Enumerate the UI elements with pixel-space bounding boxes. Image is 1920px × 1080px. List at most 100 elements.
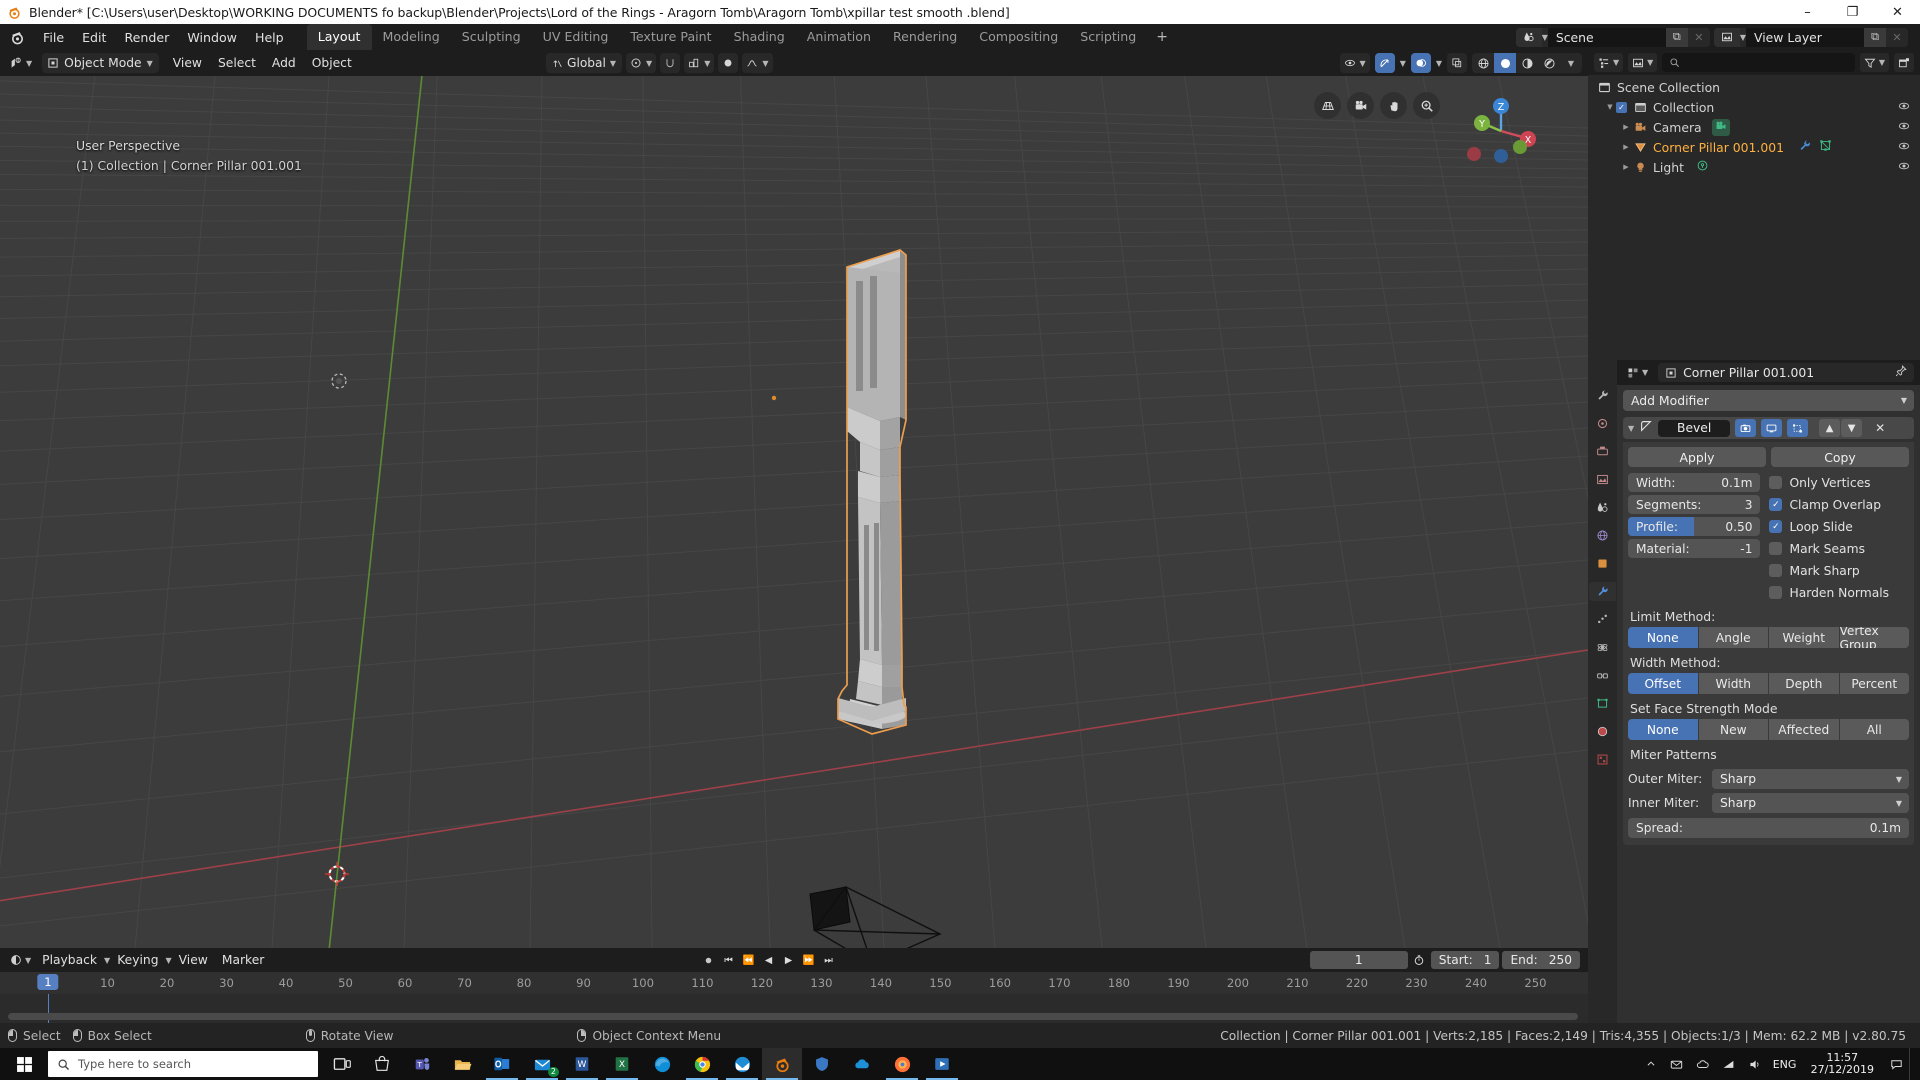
shading-rendered-button[interactable] bbox=[1538, 53, 1560, 73]
timeline-ruler[interactable]: 1 10 20 30 40 50 60 70 80 90 100 110 120 130 140 150 160… bbox=[0, 972, 1588, 994]
viewport-menu-select[interactable]: Select bbox=[210, 54, 264, 72]
width-method-percent[interactable]: Percent bbox=[1839, 673, 1909, 694]
shading-chevron-icon[interactable]: ▼ bbox=[1560, 53, 1582, 73]
end-frame-field[interactable]: End: 250 bbox=[1502, 951, 1580, 969]
maximize-button[interactable]: ❐ bbox=[1830, 0, 1875, 24]
play-reverse-button[interactable]: ◀ bbox=[760, 951, 777, 969]
modifier-apply-button[interactable]: Apply bbox=[1628, 447, 1766, 467]
explorer-icon[interactable] bbox=[442, 1048, 482, 1080]
tab-object[interactable] bbox=[1592, 554, 1613, 573]
tab-view-layer[interactable] bbox=[1592, 470, 1613, 489]
snap-options-selector[interactable]: ▼ bbox=[684, 53, 715, 73]
viewport-menu-object[interactable]: Object bbox=[304, 54, 360, 72]
play-button[interactable]: ▶ bbox=[780, 951, 797, 969]
shield-icon[interactable] bbox=[802, 1048, 842, 1080]
taskbar-clock[interactable]: 11:57 27/12/2019 bbox=[1802, 1052, 1883, 1076]
tab-render[interactable] bbox=[1592, 414, 1613, 433]
modifier-copy-button[interactable]: Copy bbox=[1771, 447, 1909, 467]
tab-material[interactable] bbox=[1592, 722, 1613, 741]
outliner-display-mode-selector[interactable]: ▼ bbox=[1628, 53, 1658, 72]
taskbar-search-box[interactable]: Type here to search bbox=[48, 1051, 318, 1077]
modifier-wrench-icon[interactable] bbox=[1798, 139, 1811, 155]
use-preview-range-icon[interactable] bbox=[1411, 951, 1428, 969]
modifier-move-up-button[interactable]: ▲ bbox=[1819, 419, 1841, 437]
navigation-gizmo[interactable]: Z X Y bbox=[1462, 92, 1540, 170]
pillar-expand-triangle-icon[interactable]: ▶ bbox=[1620, 143, 1632, 151]
collection-expand-triangle-icon[interactable]: ▼ bbox=[1604, 103, 1616, 111]
editor-type-selector[interactable]: ▼ bbox=[6, 53, 36, 73]
harden-normals-checkbox[interactable]: Harden Normals bbox=[1769, 583, 1909, 602]
pin-icon[interactable] bbox=[1895, 365, 1907, 380]
limit-method-vertex-group[interactable]: Vertex Group bbox=[1839, 627, 1909, 648]
overlays-chevron-icon[interactable]: ▼ bbox=[1436, 59, 1442, 68]
mesh-data-icon[interactable] bbox=[1819, 139, 1832, 155]
shading-material-button[interactable] bbox=[1516, 53, 1538, 73]
view-layer-remove-button[interactable]: ✕ bbox=[1886, 27, 1908, 47]
bevel-segments-field[interactable]: Segments: 3 bbox=[1628, 495, 1761, 514]
pillar-mesh-object[interactable] bbox=[820, 235, 980, 885]
face-strength-new[interactable]: New bbox=[1698, 719, 1768, 740]
tab-shading[interactable]: Shading bbox=[723, 24, 796, 50]
add-modifier-button[interactable]: Add Modifier ▼ bbox=[1623, 390, 1914, 411]
modifier-header[interactable]: ▼ Bevel ▲ ▼ ✕ bbox=[1623, 417, 1914, 439]
object-visibility-selector[interactable]: ▼ bbox=[1339, 53, 1370, 73]
mail-tray-icon[interactable] bbox=[1664, 1048, 1690, 1080]
firefox-icon[interactable] bbox=[882, 1048, 922, 1080]
mail-icon[interactable]: 2 bbox=[522, 1048, 562, 1080]
outliner-tree[interactable]: Scene Collection ▼ ✓ Collection ▶ Camera bbox=[1588, 75, 1920, 177]
shading-wireframe-button[interactable] bbox=[1472, 53, 1494, 73]
collection-visibility-eye-icon[interactable] bbox=[1898, 100, 1910, 115]
camera-visibility-eye-icon[interactable] bbox=[1898, 120, 1910, 135]
timeline-menu-view[interactable]: View bbox=[172, 951, 215, 969]
tab-animation[interactable]: Animation bbox=[796, 24, 882, 50]
modifier-expand-triangle-icon[interactable]: ▼ bbox=[1628, 424, 1634, 433]
scene-new-button[interactable]: ⧉ bbox=[1665, 27, 1688, 47]
notification-icon[interactable] bbox=[1883, 1048, 1909, 1080]
tab-output[interactable] bbox=[1592, 442, 1613, 461]
menu-edit[interactable]: Edit bbox=[73, 28, 115, 47]
properties-editor-type-selector[interactable]: ▼ bbox=[1623, 363, 1652, 383]
current-frame-field[interactable]: 1 bbox=[1309, 951, 1408, 969]
tab-layout[interactable]: Layout bbox=[306, 24, 372, 50]
chrome-icon[interactable] bbox=[682, 1048, 722, 1080]
tab-tool[interactable] bbox=[1592, 386, 1613, 405]
media-player-icon[interactable] bbox=[922, 1048, 962, 1080]
properties-main-panel[interactable]: ▼ Corner Pillar 001.001 Add Modifier ▼ ▼… bbox=[1617, 360, 1920, 1023]
timeline-menu-marker[interactable]: Marker bbox=[215, 951, 272, 969]
zoom-view-icon[interactable] bbox=[1413, 92, 1440, 119]
show-desktop-button[interactable] bbox=[1909, 1048, 1918, 1080]
tab-uv-editing[interactable]: UV Editing bbox=[532, 24, 620, 50]
timeline-menu-playback[interactable]: Playback bbox=[35, 951, 104, 969]
face-strength-all[interactable]: All bbox=[1839, 719, 1909, 740]
jump-to-end-button[interactable]: ⏭ bbox=[820, 951, 837, 969]
tab-object-data[interactable] bbox=[1592, 694, 1613, 713]
teams-icon[interactable]: T bbox=[402, 1048, 442, 1080]
timeline-track-area[interactable] bbox=[0, 994, 1588, 1023]
limit-method-angle[interactable]: Angle bbox=[1698, 627, 1768, 648]
outliner-editor-type-selector[interactable]: ▼ bbox=[1594, 53, 1624, 72]
tab-scene[interactable] bbox=[1592, 498, 1613, 517]
view-layer-new-button[interactable]: ⧉ bbox=[1864, 27, 1886, 47]
collection-checkbox[interactable]: ✓ bbox=[1616, 101, 1627, 113]
timeline-editor-type-selector[interactable]: ▼ bbox=[6, 950, 35, 970]
modifier-render-toggle-icon[interactable] bbox=[1735, 419, 1757, 437]
tab-modeling[interactable]: Modeling bbox=[372, 24, 451, 50]
language-indicator[interactable]: ENG bbox=[1768, 1048, 1802, 1080]
light-data-icon[interactable] bbox=[1696, 159, 1709, 175]
tab-texture-paint[interactable]: Texture Paint bbox=[619, 24, 722, 50]
bevel-material-field[interactable]: Material: -1 bbox=[1628, 539, 1761, 558]
new-collection-button[interactable] bbox=[1894, 53, 1914, 72]
task-view-icon[interactable] bbox=[322, 1048, 362, 1080]
outliner-editor[interactable]: ▼ ▼ ▼ Scene Collection ▼ ✓ Collection ▶ … bbox=[1588, 50, 1920, 360]
mark-seams-checkbox[interactable]: Mark Seams bbox=[1769, 539, 1909, 558]
bevel-profile-field[interactable]: Profile: 0.50 bbox=[1628, 517, 1761, 536]
outer-miter-dropdown[interactable]: Sharp ▼ bbox=[1712, 769, 1909, 789]
overlays-toggle[interactable] bbox=[1410, 53, 1431, 73]
light-expand-triangle-icon[interactable]: ▶ bbox=[1620, 163, 1632, 171]
properties-breadcrumb[interactable]: Corner Pillar 001.001 bbox=[1658, 363, 1914, 382]
timeline-editor[interactable]: ▼ Playback ▼ Keying ▼ View Marker ⏮ ⏪ ◀ … bbox=[0, 948, 1588, 1023]
close-button[interactable]: ✕ bbox=[1875, 0, 1920, 24]
tab-sculpting[interactable]: Sculpting bbox=[451, 24, 532, 50]
width-method-depth[interactable]: Depth bbox=[1769, 673, 1839, 694]
store-icon[interactable] bbox=[362, 1048, 402, 1080]
